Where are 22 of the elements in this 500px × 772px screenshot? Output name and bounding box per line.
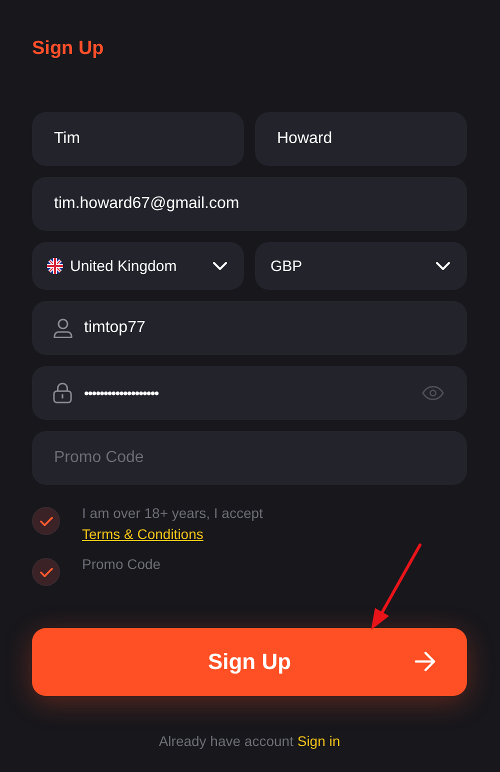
terms-link[interactable]: Terms & Conditions [82, 526, 204, 542]
checkmark-icon [40, 566, 52, 578]
footer-text: Already have account [158, 733, 294, 749]
username-field[interactable]: timtop77 [32, 301, 467, 355]
checkmark-icon [40, 516, 52, 526]
password-field[interactable]: ••••••••••••••••••• [32, 366, 467, 420]
chevron-down-icon [436, 262, 450, 270]
flag-icon [47, 258, 63, 274]
checkbox[interactable] [32, 507, 60, 535]
chevron-down-icon [212, 262, 226, 270]
input-field[interactable]: Tim [32, 112, 244, 166]
input-field[interactable]: tim.howard67@gmail.com [32, 177, 467, 231]
promo-code-field[interactable]: Promo Code [32, 431, 467, 485]
select-field[interactable]: GBP [254, 242, 467, 290]
page-title: Sign Up [32, 38, 105, 60]
select-field[interactable]: United Kingdom [32, 242, 244, 290]
checkbox[interactable] [32, 558, 60, 586]
input-field[interactable]: Howard [255, 112, 467, 166]
sign-in-link[interactable]: Sign in [297, 733, 340, 749]
checkbox-label: I am over 18+ years, I accept [82, 505, 263, 521]
arrow-right-icon [414, 651, 437, 672]
checkbox-label: Promo Code [82, 556, 161, 572]
